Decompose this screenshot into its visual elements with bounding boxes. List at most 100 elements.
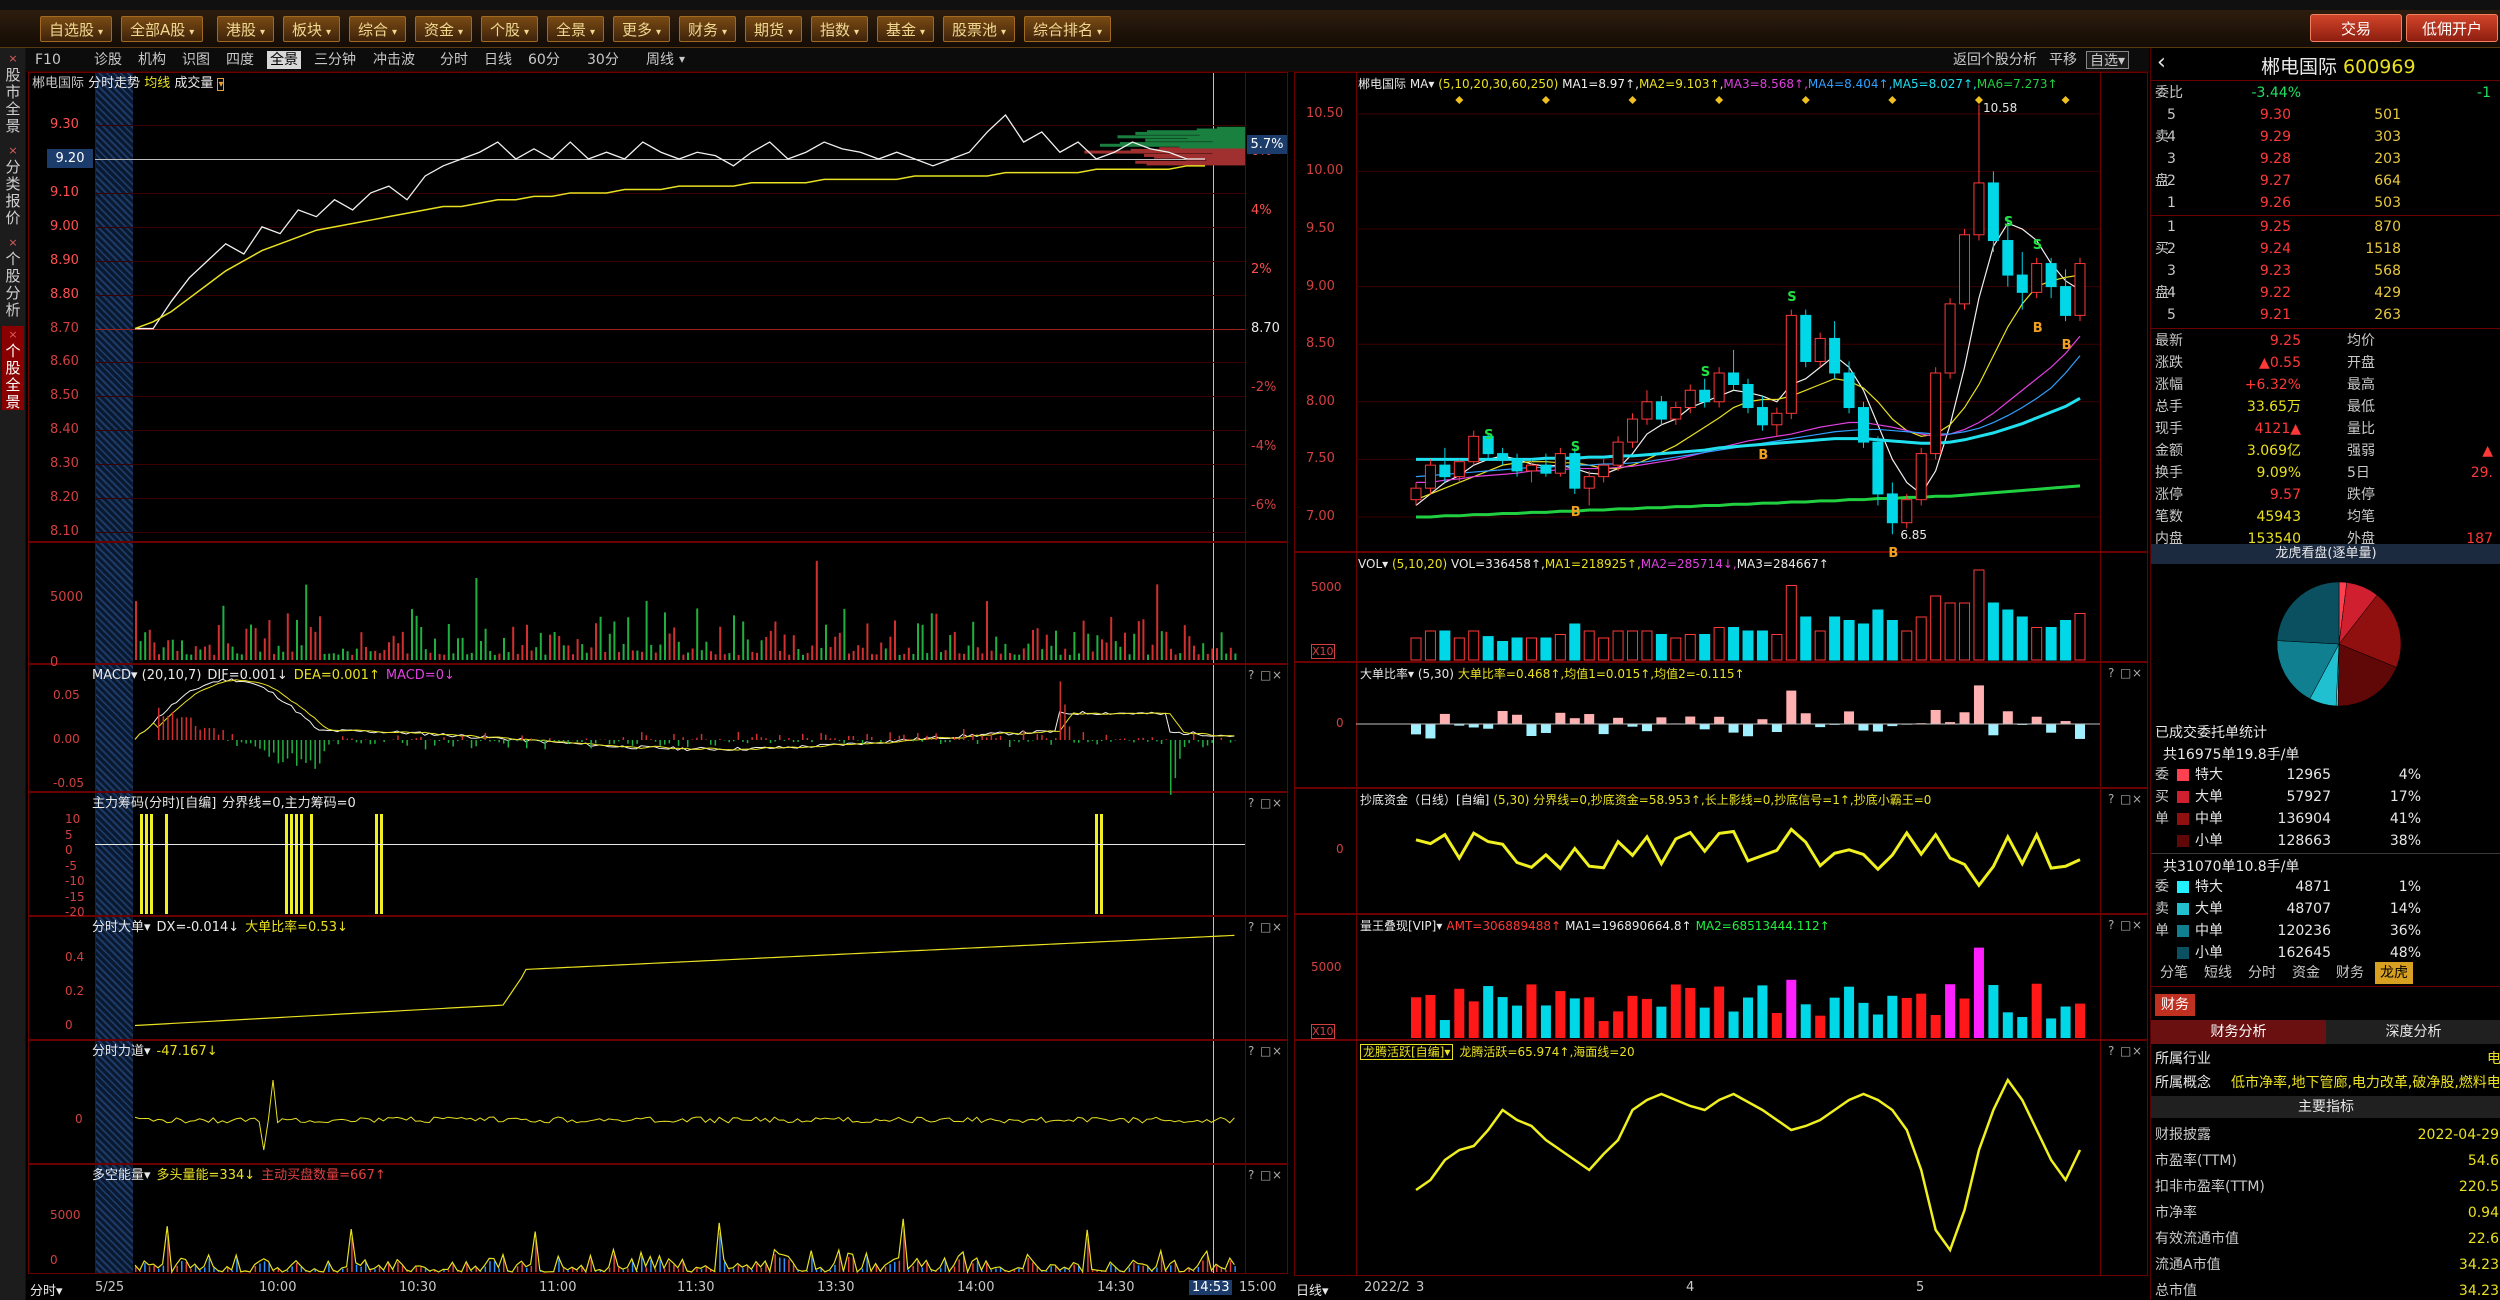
maximize-icon[interactable]: □ — [2120, 666, 2131, 680]
fin-value: 0.94 — [2467, 1205, 2499, 1221]
lwdx-bar — [2017, 1017, 2028, 1038]
ltyh-line — [1415, 1077, 2082, 1253]
legend-swatch — [2177, 835, 2189, 847]
kvol-bar — [2002, 609, 2014, 661]
buy-order-pct: 41% — [2389, 811, 2421, 827]
close-icon[interactable]: × — [2132, 666, 2142, 680]
fin-row: 扣非市盈率(TTM) 220.5 — [2151, 1176, 2500, 1198]
event-marker — [1455, 96, 1464, 104]
divider — [2151, 986, 2500, 987]
k-time-axis-label: 5 — [1916, 1280, 1925, 1295]
k-time-axis-mode[interactable]: 日线▾ — [1296, 1280, 1329, 1299]
kvol-header-text-5: MA3=284667↑ — [1736, 557, 1829, 571]
lwdx-header: 量王叠现[VIP]▾ AMT=306889488↑ MA1=196890664.8↑… — [1356, 916, 1834, 936]
fin-value: 54.6 — [2467, 1153, 2499, 1169]
fin-value: 34.23 — [2458, 1257, 2499, 1273]
help-icon[interactable]: ? — [2108, 666, 2114, 680]
ddbl-bar — [1699, 724, 1710, 730]
quote-tab-2[interactable]: 分时 — [2243, 962, 2281, 984]
cdzj-header-text-0: 抄底资金（日线）[自编] — [1360, 793, 1490, 807]
fin-row: 总市值 34.23 — [2151, 1280, 2500, 1300]
ddbl-bar — [1858, 724, 1869, 731]
ddbl-bar — [1872, 724, 1883, 732]
help-icon[interactable]: ? — [2108, 792, 2114, 806]
sell-order-label: 大单 — [2177, 898, 2223, 920]
maximize-icon[interactable]: □ — [2120, 918, 2131, 932]
legend-swatch — [2177, 881, 2189, 893]
kvol-bar — [2045, 627, 2057, 661]
lwdx-bar — [1584, 997, 1595, 1038]
lwdx-bar — [2002, 1012, 2013, 1038]
candle-body — [1569, 453, 1581, 489]
lwdx-bar — [1973, 947, 1984, 1038]
fin-label: 扣非市盈率(TTM) — [2155, 1179, 2265, 1195]
candle-body — [1930, 372, 1942, 455]
legend-swatch — [2177, 903, 2189, 915]
sell-order-row: 单 中单 120236 36% — [2151, 920, 2500, 942]
close-icon[interactable]: × — [2132, 918, 2142, 932]
kline-axis-label: 9.00 — [1306, 278, 1335, 294]
sell-signal-label: S — [1484, 428, 1494, 444]
divider — [2151, 853, 2500, 854]
candle-body — [2016, 274, 2028, 293]
quote-tab-3[interactable]: 资金 — [2287, 962, 2325, 984]
candle-body — [1771, 412, 1783, 426]
maximize-icon[interactable]: □ — [2120, 1044, 2131, 1058]
kline-axis-label: 8.50 — [1306, 336, 1335, 352]
k-time-axis-label: 2022/2 — [1364, 1280, 1410, 1295]
lwdx-bar — [1945, 984, 1956, 1038]
kvol-bar — [1987, 602, 1999, 661]
candle-body — [1627, 418, 1639, 443]
lwdx-bar — [1815, 1015, 1826, 1038]
quote-tab-1[interactable]: 短线 — [2199, 962, 2237, 984]
sell-order-pct: 1% — [2398, 879, 2421, 895]
fin-value: 34.23 — [2458, 1283, 2499, 1299]
kvol-bar — [1699, 634, 1711, 661]
help-icon[interactable]: ? — [2108, 918, 2114, 932]
candle-body — [1915, 453, 1927, 501]
quote-tab-5[interactable]: 龙虎 — [2375, 962, 2413, 984]
help-icon[interactable]: ? — [2108, 1044, 2114, 1058]
fin-row: 市盈率(TTM) 54.6 — [2151, 1150, 2500, 1172]
maximize-icon[interactable]: □ — [2120, 792, 2131, 806]
lwdx-bar — [1613, 1011, 1624, 1038]
sell-order-label-text: 小单 — [2195, 945, 2223, 961]
quote-tab-4[interactable]: 财务 — [2331, 962, 2369, 984]
candle-body — [2002, 240, 2014, 276]
cdzj-axis-label: 0 — [1336, 842, 1344, 856]
candle-body — [1843, 372, 1855, 409]
candle-body — [1540, 464, 1552, 474]
lwdx-bar — [1930, 1014, 1941, 1038]
kvol-bar — [2031, 627, 2043, 661]
ma-line-6 — [1416, 484, 2081, 519]
lwdx-bar — [1858, 1002, 1869, 1038]
industry-label: 所属行业 — [2155, 1051, 2211, 1067]
kvol-bar — [1540, 637, 1552, 661]
kvol-bar — [1930, 595, 1942, 661]
sell-signal-label: S — [2003, 215, 2014, 230]
close-icon[interactable]: × — [2132, 1044, 2142, 1058]
event-marker — [1974, 96, 1983, 104]
close-icon[interactable]: × — [2132, 792, 2142, 806]
kvol-bar — [1598, 637, 1610, 661]
candle-body — [1641, 401, 1653, 420]
depth-analysis-tab[interactable]: 深度分析 — [2326, 1020, 2500, 1044]
candle-body — [1453, 461, 1465, 478]
buy-order-label: 特大 — [2177, 764, 2223, 786]
candle-body — [1742, 384, 1754, 409]
lwdx-header-text-1: AMT=306889488↑ — [1446, 919, 1562, 933]
ddbl-bar — [1930, 709, 1941, 724]
buy-order-row: 小单 128663 38% — [2151, 830, 2500, 852]
quote-tab-0[interactable]: 分笔 — [2155, 962, 2193, 984]
lwdx-bar — [1411, 997, 1421, 1038]
lwdx-bar — [1483, 986, 1494, 1038]
lwdx-bar — [2075, 1003, 2085, 1038]
fin-analysis-tab[interactable]: 财务分析 — [2151, 1020, 2326, 1044]
kvol-bar — [1670, 637, 1682, 661]
kvol-bar — [1728, 627, 1740, 661]
k-time-axis-label: 3 — [1416, 1280, 1425, 1295]
kline-axis-label: 10.00 — [1306, 163, 1344, 179]
sell-order-label-text: 特大 — [2195, 879, 2223, 895]
ddbl-bar — [1425, 724, 1436, 739]
fin-tab[interactable]: 财务 — [2155, 994, 2195, 1016]
